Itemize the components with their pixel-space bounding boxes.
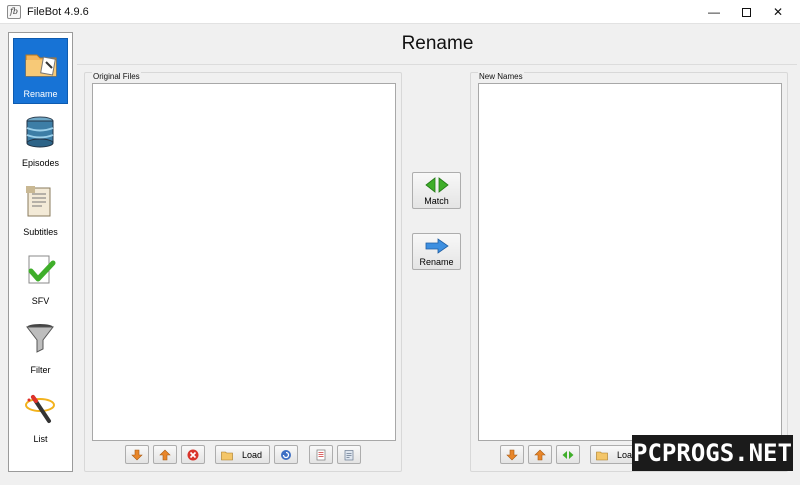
- match-label: Match: [424, 196, 449, 206]
- sidebar-item-subtitles[interactable]: Subtitles: [13, 177, 68, 243]
- sidebar-item-label: Rename: [23, 89, 58, 99]
- match-selected-button[interactable]: [556, 445, 580, 464]
- remove-icon: [187, 449, 199, 461]
- watermark: PCPROGS.NET: [632, 435, 793, 471]
- header-divider: [77, 64, 797, 65]
- sidebar-item-rename[interactable]: Rename: [13, 38, 68, 104]
- new-names-panel: New Names Load: [470, 72, 788, 472]
- header: Rename: [75, 24, 800, 64]
- load-label: Load: [242, 450, 263, 460]
- checkmark-document-icon: [28, 255, 56, 284]
- sidebar-item-label: List: [33, 434, 48, 444]
- arrow-up-icon: [159, 449, 171, 461]
- sidebar-item-label: SFV: [31, 296, 50, 306]
- close-button[interactable]: ✕: [762, 0, 794, 24]
- folder-open-icon: [596, 451, 608, 461]
- magic-wand-icon: [25, 395, 55, 423]
- match-arrows-icon: [562, 451, 574, 459]
- panel-label: New Names: [478, 72, 524, 81]
- funnel-icon: [25, 324, 55, 353]
- move-down-button[interactable]: [500, 445, 524, 464]
- title-bar: fb FileBot 4.9.6 — ✕: [0, 0, 800, 24]
- original-files-list[interactable]: [92, 83, 396, 441]
- match-arrows-icon: [425, 177, 449, 193]
- list-document-icon: [316, 449, 326, 461]
- minimize-button[interactable]: —: [698, 0, 730, 24]
- rename-label: Rename: [419, 257, 454, 267]
- clipboard-button[interactable]: [337, 445, 361, 464]
- move-down-button[interactable]: [125, 445, 149, 464]
- match-button[interactable]: Match: [412, 172, 461, 209]
- arrow-down-icon: [506, 449, 518, 461]
- refresh-button[interactable]: [274, 445, 298, 464]
- rename-button[interactable]: Rename: [412, 233, 461, 270]
- sidebar-item-label: Episodes: [21, 158, 60, 168]
- original-files-panel: Original Files Load: [84, 72, 402, 472]
- sidebar-item-label: Subtitles: [23, 227, 58, 237]
- new-names-list[interactable]: [478, 83, 782, 441]
- arrow-up-icon: [534, 449, 546, 461]
- remove-button[interactable]: [181, 445, 205, 464]
- maximize-button[interactable]: [730, 0, 762, 24]
- document-icon: [26, 186, 51, 217]
- load-button[interactable]: Load: [215, 445, 270, 464]
- page-title: Rename: [401, 33, 474, 54]
- app-icon: fb: [7, 5, 21, 19]
- folder-rename-icon: [25, 54, 57, 77]
- panel-label: Original Files: [92, 72, 141, 81]
- clipboard-icon: [344, 450, 354, 461]
- maximize-icon: [741, 8, 751, 18]
- sidebar-item-list[interactable]: List: [13, 384, 68, 450]
- sidebar-item-label: Filter: [30, 365, 51, 375]
- sidebar-item-sfv[interactable]: SFV: [13, 246, 68, 312]
- arrow-down-icon: [131, 449, 143, 461]
- window-title: FileBot 4.9.6: [27, 6, 89, 18]
- arrow-right-icon: [425, 238, 449, 254]
- folder-open-icon: [221, 451, 233, 461]
- sidebar-item-filter[interactable]: Filter: [13, 315, 68, 381]
- move-up-button[interactable]: [153, 445, 177, 464]
- database-icon: [26, 116, 54, 148]
- sidebar: Rename Episodes Subtitles SFV Filter Lis…: [8, 32, 73, 472]
- export-list-button[interactable]: [309, 445, 333, 464]
- sidebar-item-episodes[interactable]: Episodes: [13, 108, 68, 174]
- refresh-icon: [281, 450, 291, 460]
- move-up-button[interactable]: [528, 445, 552, 464]
